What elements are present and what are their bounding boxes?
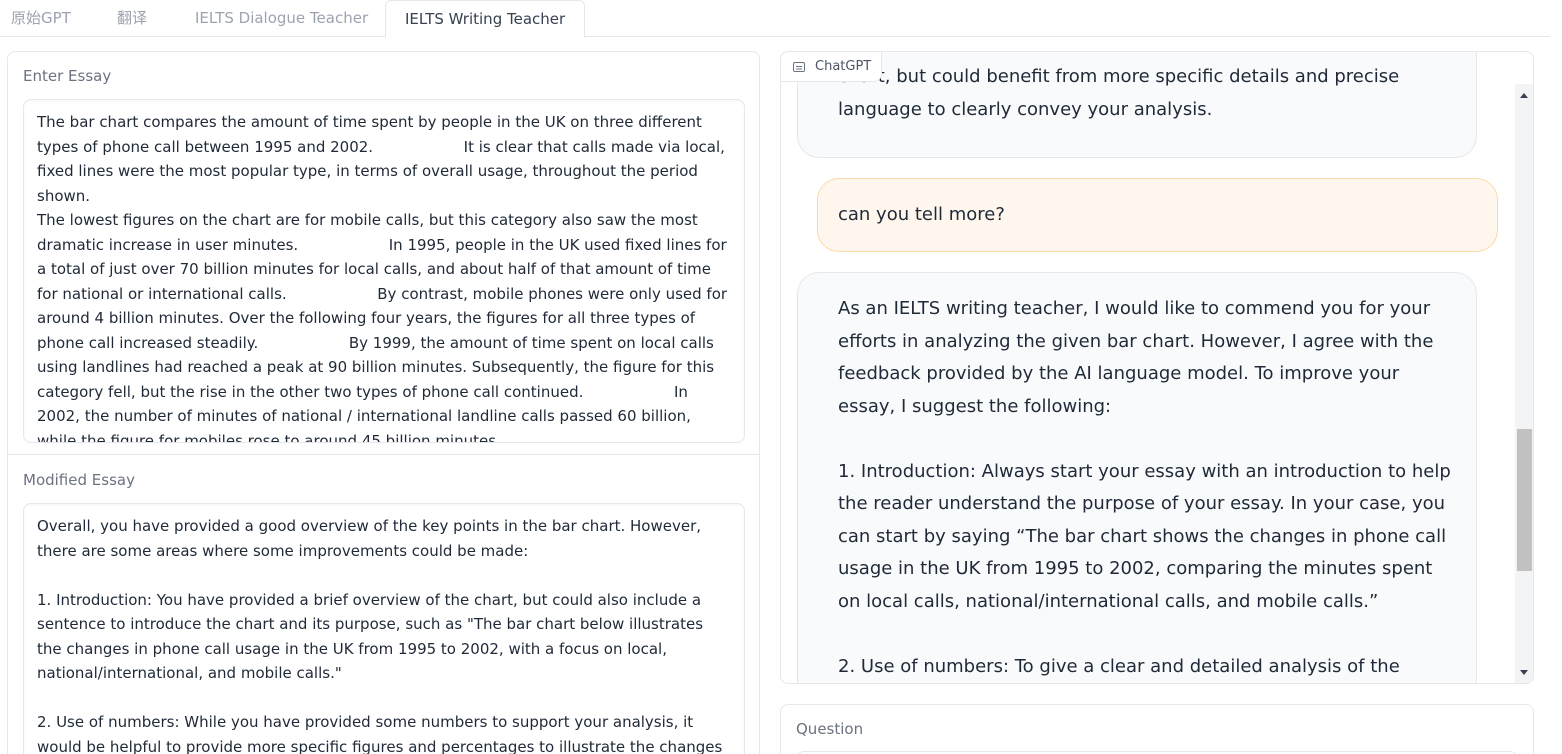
chatbot-label-badge: ChatGPT [781, 52, 883, 82]
enter-essay-label: Enter Essay [23, 67, 112, 85]
tab-bar: 原始GPT 翻译 IELTS Dialogue Teacher IELTS Wr… [0, 0, 1550, 38]
chat-scrollbar[interactable] [1515, 84, 1533, 683]
question-label: Question [796, 720, 864, 738]
bot-message: chart, but could benefit from more speci… [797, 52, 1477, 158]
bot-message: As an IELTS writing teacher, I would lik… [797, 272, 1477, 683]
enter-essay-textarea[interactable]: The bar chart compares the amount of tim… [23, 99, 745, 443]
tab-original-gpt[interactable]: 原始GPT [11, 0, 71, 37]
question-panel: Question [780, 704, 1534, 754]
modified-essay-textarea[interactable]: Overall, you have provided a good overvi… [23, 503, 745, 754]
user-message: can you tell more? [817, 178, 1498, 252]
tab-translate[interactable]: 翻译 [117, 0, 147, 37]
enter-essay-panel: Enter Essay The bar chart compares the a… [7, 51, 760, 455]
chatbot-panel: ChatGPT chart, but could benefit from mo… [780, 51, 1534, 684]
tab-ielts-dialogue-teacher[interactable]: IELTS Dialogue Teacher [195, 0, 368, 37]
chat-icon [793, 62, 805, 72]
scrollbar-thumb[interactable] [1517, 429, 1532, 571]
scroll-down-arrow-icon[interactable] [1520, 670, 1528, 675]
tab-ielts-writing-teacher[interactable]: IELTS Writing Teacher [385, 0, 586, 38]
chatbot-label: ChatGPT [815, 59, 872, 74]
scroll-up-arrow-icon[interactable] [1520, 93, 1528, 98]
modified-essay-label: Modified Essay [23, 471, 135, 489]
modified-essay-panel: Modified Essay Overall, you have provide… [7, 454, 760, 754]
